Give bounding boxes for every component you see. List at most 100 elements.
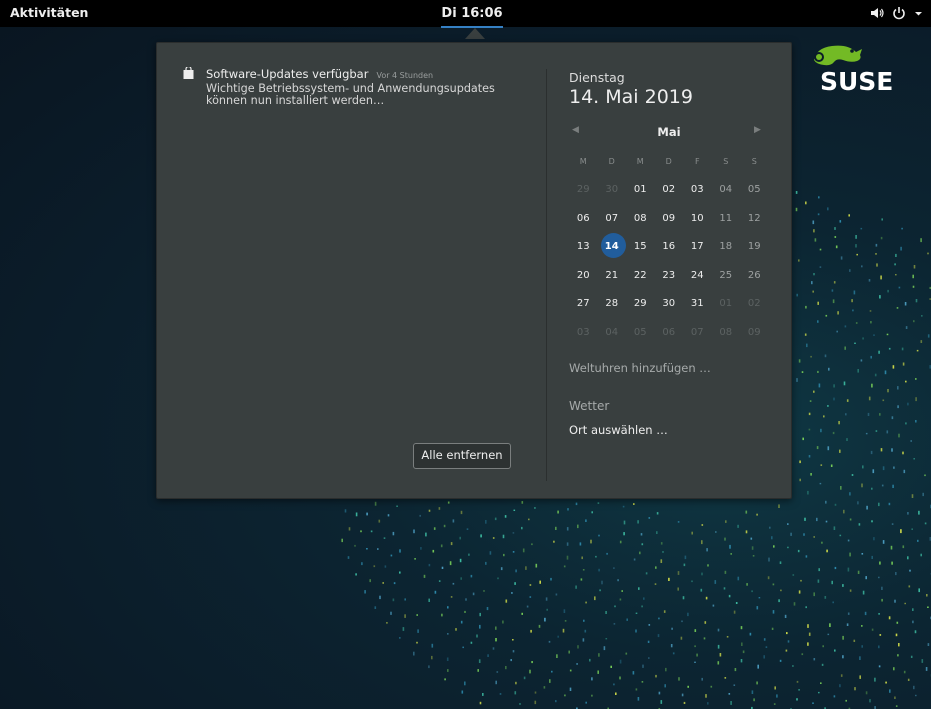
wallpaper-dot [683, 701, 686, 704]
calendar-day-today[interactable]: 14 [598, 233, 627, 258]
wallpaper-dot [416, 614, 418, 616]
wallpaper-dot [846, 399, 849, 402]
wallpaper-dot [492, 537, 495, 539]
calendar-day[interactable]: 09 [655, 212, 684, 226]
wallpaper-dot [820, 428, 822, 433]
wallpaper-dot [597, 502, 600, 504]
calendar-day[interactable]: 30 [598, 183, 627, 197]
wallpaper-dot [927, 252, 929, 255]
wallpaper-dot [904, 302, 907, 306]
wallpaper-dot [478, 659, 481, 663]
wallpaper-dot [792, 665, 794, 667]
wallpaper-dot [431, 655, 433, 660]
calendar-day[interactable]: 09 [740, 326, 769, 340]
calendar-day[interactable]: 21 [598, 269, 627, 283]
wallpaper-dot [677, 521, 680, 523]
calendar-day[interactable]: 16 [655, 240, 684, 254]
wallpaper-dot [756, 681, 758, 685]
calendar-day[interactable]: 13 [569, 240, 598, 254]
calendar-day[interactable]: 28 [598, 297, 627, 311]
calendar-day[interactable]: 05 [626, 326, 655, 340]
calendar-day[interactable]: 04 [598, 326, 627, 340]
wallpaper-dot [859, 675, 861, 679]
calendar-week: 03 04 05 06 07 08 09 [569, 326, 769, 355]
wallpaper-dot [830, 464, 833, 467]
logo-text: SUSE [820, 67, 893, 95]
calendar-day[interactable]: 06 [569, 212, 598, 226]
calendar-day[interactable]: 18 [712, 240, 741, 254]
system-menu[interactable] [870, 4, 923, 22]
wallpaper-dot [605, 611, 607, 614]
calendar-day[interactable]: 19 [740, 240, 769, 254]
calendar-day[interactable]: 08 [626, 212, 655, 226]
calendar-day[interactable]: 01 [626, 183, 655, 197]
calendar-day[interactable]: 12 [740, 212, 769, 226]
wallpaper-dot [441, 566, 444, 569]
calendar-day[interactable]: 20 [569, 269, 598, 283]
calendar-day[interactable]: 11 [712, 212, 741, 226]
clock-button[interactable]: Di 16:06 [441, 0, 503, 27]
wallpaper-dot [619, 598, 622, 601]
calendar-week: 20 21 22 23 24 25 26 [569, 269, 769, 298]
wallpaper-dot [633, 503, 635, 505]
wallpaper-dot [399, 549, 401, 553]
wallpaper-dot [771, 536, 773, 540]
calendar-day[interactable]: 30 [655, 297, 684, 311]
calendar-day[interactable]: 06 [655, 326, 684, 340]
wallpaper-dot [892, 365, 895, 369]
calendar-day[interactable]: 27 [569, 297, 598, 311]
day-header: F [694, 157, 700, 166]
suse-logo: SUSE [814, 45, 893, 95]
calendar-date[interactable]: 14. Mai 2019 [569, 86, 693, 108]
calendar-day[interactable]: 15 [626, 240, 655, 254]
chevron-right-icon[interactable]: ▶ [754, 125, 761, 135]
wallpaper-dot [763, 638, 766, 641]
calendar-day[interactable]: 10 [683, 212, 712, 226]
add-world-clocks-button[interactable]: Weltuhren hinzufügen … [569, 361, 711, 375]
wallpaper-dot [523, 676, 526, 680]
calendar-day-label: 17 [690, 241, 704, 252]
wallpaper-dot [741, 642, 743, 646]
calendar-day[interactable]: 17 [683, 240, 712, 254]
wallpaper-dot [778, 504, 780, 508]
calendar-weekday[interactable]: Dienstag [569, 70, 625, 85]
wallpaper-dot [905, 380, 907, 383]
wallpaper-dot [575, 585, 577, 589]
calendar-day[interactable]: 05 [740, 183, 769, 197]
calendar-day[interactable]: 02 [655, 183, 684, 197]
calendar-day[interactable]: 03 [683, 183, 712, 197]
wallpaper-dot [564, 694, 566, 697]
activities-button[interactable]: Aktivitäten [10, 5, 88, 20]
calendar-day[interactable]: 01 [712, 297, 741, 311]
calendar-day[interactable]: 07 [683, 326, 712, 340]
calendar-day[interactable]: 25 [712, 269, 741, 283]
weather-choose-location[interactable]: Ort auswählen … [569, 423, 668, 437]
wallpaper-dot [664, 684, 666, 688]
wallpaper-dot [861, 645, 863, 648]
calendar-day[interactable]: 04 [712, 183, 741, 197]
calendar-day[interactable]: 03 [569, 326, 598, 340]
calendar-day[interactable]: 26 [740, 269, 769, 283]
wallpaper-dot [922, 492, 924, 497]
calendar-day[interactable]: 22 [626, 269, 655, 283]
calendar-day[interactable]: 31 [683, 297, 712, 311]
wallpaper-dot [717, 661, 720, 665]
wallpaper-dot [374, 606, 377, 609]
calendar-day[interactable]: 02 [740, 297, 769, 311]
calendar-day[interactable]: 08 [712, 326, 741, 340]
clear-all-button[interactable]: Alle entfernen [413, 443, 511, 469]
wallpaper-dot [641, 543, 644, 546]
wallpaper-dot [825, 314, 828, 317]
calendar-day[interactable]: 07 [598, 212, 627, 226]
calendar-day[interactable]: 23 [655, 269, 684, 283]
wallpaper-dot [638, 587, 640, 590]
wallpaper-dot [857, 501, 859, 505]
calendar-day[interactable]: 29 [569, 183, 598, 197]
wallpaper-dot [810, 473, 812, 476]
wallpaper-dot [845, 413, 847, 416]
wallpaper-dot [895, 705, 898, 707]
calendar-day[interactable]: 29 [626, 297, 655, 311]
calendar-day-label: 20 [576, 269, 590, 281]
wallpaper-dot [878, 645, 880, 649]
calendar-day[interactable]: 24 [683, 269, 712, 283]
